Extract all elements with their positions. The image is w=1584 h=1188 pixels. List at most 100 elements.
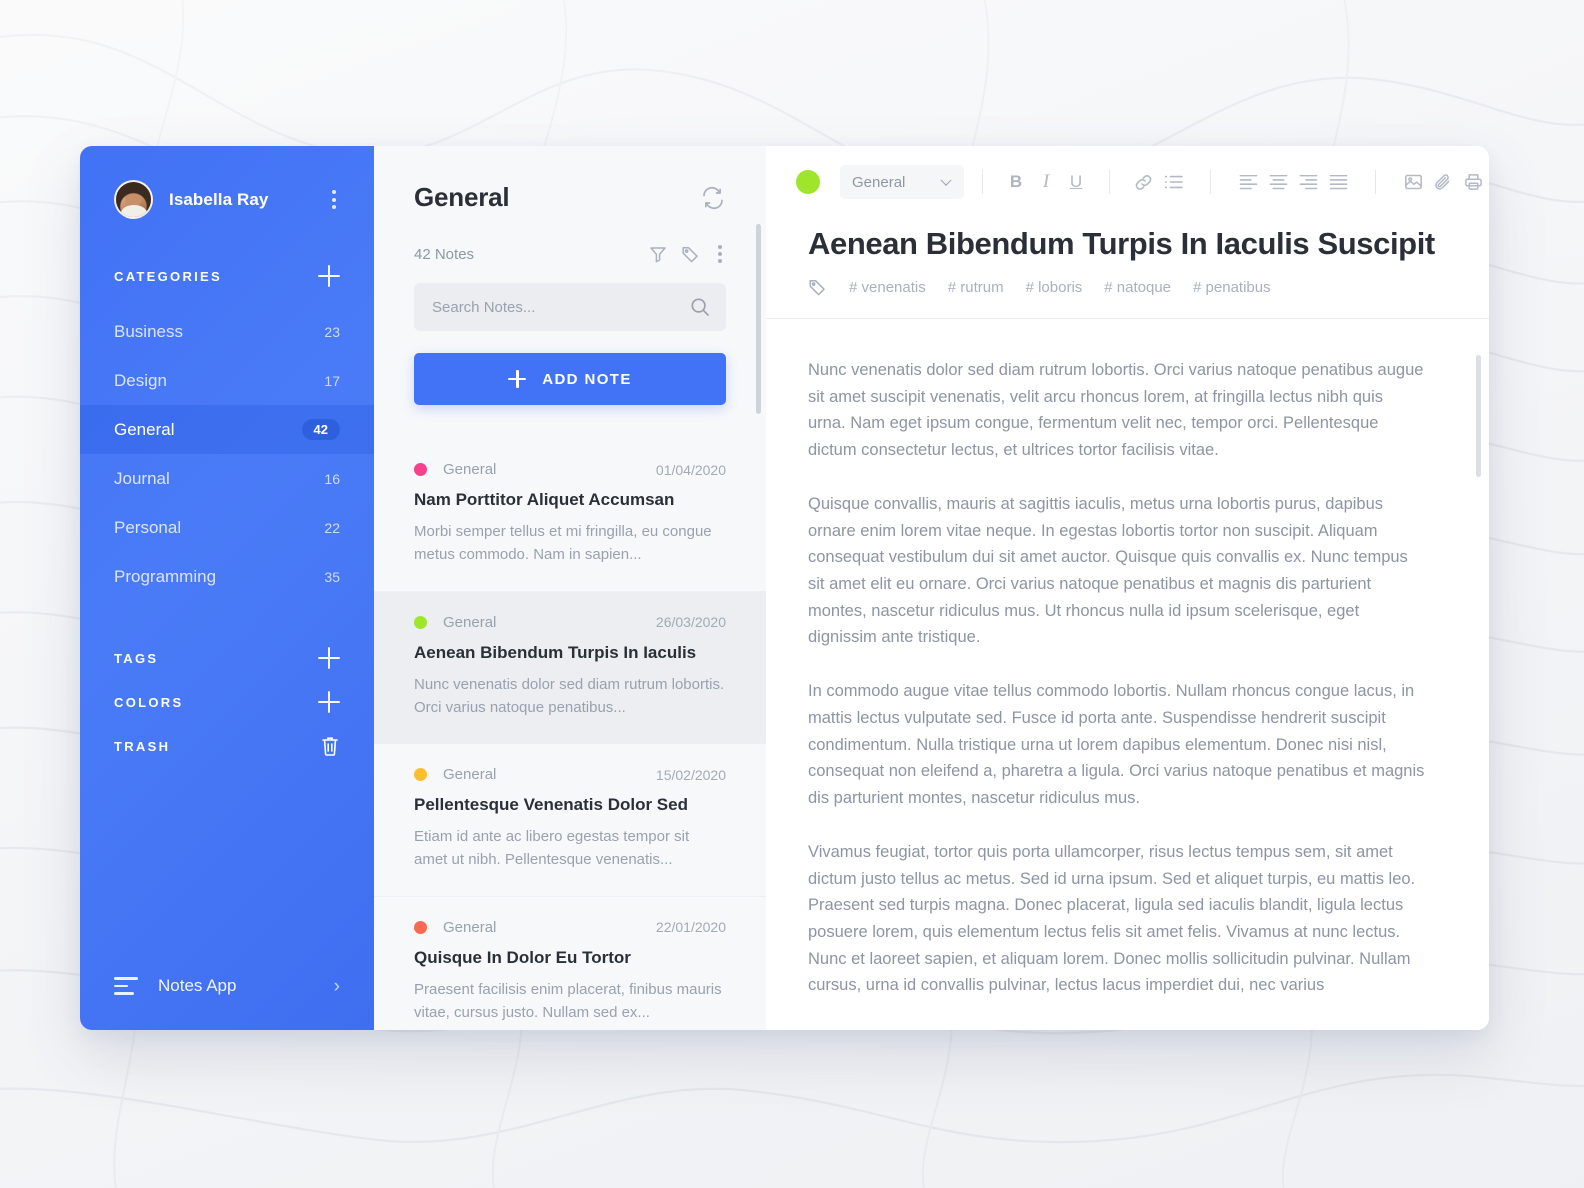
plus-icon (508, 370, 527, 388)
body-paragraph: Vivamus feugiat, tortor quis porta ullam… (808, 842, 1416, 995)
add-category-plus-icon[interactable] (318, 265, 340, 287)
filter-icon[interactable] (649, 245, 667, 263)
document-tags: # venenatis # rutrum # loboris # natoque… (808, 278, 1449, 318)
note-excerpt: Praesent facilisis enim placerat, finibu… (414, 980, 722, 1021)
category-count-badge: 42 (301, 419, 340, 440)
tag-chip[interactable]: # loboris (1026, 279, 1083, 296)
category-label: Journal (114, 468, 170, 488)
note-title: Aenean Bibendum Turpis In Iaculis (414, 642, 697, 662)
category-count: 22 (324, 519, 340, 536)
sidebar-item-business[interactable]: Business 23 (80, 307, 374, 356)
note-excerpt: Nunc venenatis dolor sed diam rutrum lob… (414, 675, 725, 716)
hamburger-menu-icon[interactable] (114, 977, 138, 995)
tag-chip[interactable]: # venenatis (849, 279, 926, 296)
tag-chip[interactable]: # penatibus (1193, 279, 1271, 296)
note-color-dot (414, 463, 427, 476)
trash-section-header[interactable]: TRASH (80, 735, 374, 757)
note-color-dot (414, 768, 427, 781)
note-color-dot (414, 920, 427, 934)
add-note-button[interactable]: ADD NOTE (414, 353, 726, 405)
sync-icon[interactable] (700, 186, 726, 210)
bold-button[interactable]: B (1001, 167, 1031, 197)
search-icon[interactable] (690, 297, 710, 317)
category-select-wrapper: General Business Design Journal Personal… (820, 165, 964, 199)
attachment-icon[interactable] (1428, 167, 1458, 197)
tags-section-header: TAGS (80, 647, 374, 669)
note-list-item[interactable]: General 15/02/2020 Pellentesque Venenati… (374, 744, 766, 897)
app-window: Isabella Ray CATEGORIES Business 23 Desi… (80, 146, 1489, 1030)
add-color-plus-icon[interactable] (318, 691, 340, 713)
category-label: Programming (114, 566, 217, 586)
profile-row[interactable]: Isabella Ray (80, 146, 374, 219)
align-center-icon[interactable] (1263, 167, 1293, 197)
print-icon[interactable] (1458, 167, 1488, 197)
colors-section-header: COLORS (80, 691, 374, 713)
toolbar-divider (1375, 170, 1376, 194)
trash-icon[interactable] (320, 735, 340, 757)
category-count: 35 (324, 568, 340, 585)
note-list-item[interactable]: General 01/04/2020 Nam Porttitor Aliquet… (374, 439, 766, 592)
category-label: General (114, 419, 175, 439)
editor-toolbar: General Business Design Journal Personal… (766, 146, 1489, 218)
tag-icon[interactable] (681, 245, 700, 263)
document-body[interactable]: Nunc venenatis dolor sed diam rutrum lob… (766, 319, 1489, 1030)
note-date: 22/01/2020 (655, 919, 726, 935)
chevron-right-icon[interactable]: › (334, 977, 340, 996)
search-input[interactable] (414, 283, 726, 331)
category-count: 17 (324, 372, 340, 389)
align-left-icon[interactable] (1233, 167, 1263, 197)
note-date: 26/03/2020 (655, 614, 726, 630)
tag-chip[interactable]: # natoque (1104, 279, 1171, 296)
note-category: General (443, 461, 497, 478)
note-excerpt: Etiam id ante ac libero egestas tempor s… (414, 828, 690, 869)
note-category: General (443, 918, 497, 936)
toolbar-divider (982, 170, 983, 194)
note-list-item[interactable]: General 22/01/2020 Quisque In Dolor Eu T… (374, 896, 766, 1030)
tag-chip[interactable]: # rutrum (948, 279, 1004, 296)
category-count: 23 (324, 323, 340, 340)
note-date: 01/04/2020 (655, 461, 726, 478)
avatar[interactable] (114, 180, 153, 219)
body-paragraph: Quisque convallis, mauris at sagittis ia… (808, 494, 1408, 647)
note-color-dot (414, 615, 427, 629)
link-icon[interactable] (1128, 167, 1158, 197)
notes-count-label: 42 Notes (414, 245, 475, 263)
category-label: Business (114, 321, 183, 341)
note-category: General (443, 613, 497, 631)
note-title: Quisque In Dolor Eu Tortor (414, 947, 631, 967)
kebab-menu-icon[interactable] (328, 184, 340, 215)
underline-button[interactable]: U (1061, 167, 1091, 197)
notes-list-title: General (414, 182, 510, 212)
send-icon[interactable] (1488, 167, 1489, 197)
editor-scrollbar[interactable] (1476, 355, 1481, 477)
notes-list-scrollbar[interactable] (756, 224, 761, 414)
notes-list-panel: General 42 Notes Search Notes... ADD NOT… (374, 146, 766, 1030)
sidebar: Isabella Ray CATEGORIES Business 23 Desi… (80, 146, 374, 1030)
note-category: General (443, 766, 497, 783)
notes-list-kebab-icon[interactable] (714, 239, 726, 269)
body-paragraph: In commodo augue vitae tellus commodo lo… (808, 682, 1425, 808)
category-select[interactable]: General Business Design Journal Personal… (840, 165, 964, 199)
sidebar-item-design[interactable]: Design 17 (80, 356, 374, 405)
note-excerpt: Morbi semper tellus et mi fringilla, eu … (414, 523, 712, 564)
categories-section-header: CATEGORIES (80, 265, 374, 287)
sidebar-item-personal[interactable]: Personal 22 (80, 503, 374, 552)
category-label: Personal (114, 517, 182, 537)
category-count: 16 (324, 470, 340, 487)
image-icon[interactable] (1398, 167, 1428, 197)
sidebar-item-journal[interactable]: Journal 16 (80, 454, 374, 503)
profile-name: Isabella Ray (169, 189, 269, 209)
sidebar-item-general[interactable]: General 42 (80, 405, 374, 454)
sidebar-item-programming[interactable]: Programming 35 (80, 552, 374, 601)
note-date: 15/02/2020 (655, 766, 726, 783)
app-footer[interactable]: Notes App › (80, 976, 374, 996)
add-tag-plus-icon[interactable] (318, 647, 340, 669)
align-right-icon[interactable] (1293, 167, 1323, 197)
align-justify-icon[interactable] (1323, 167, 1353, 197)
note-list-item[interactable]: General 26/03/2020 Aenean Bibendum Turpi… (374, 591, 766, 744)
italic-button[interactable]: I (1031, 167, 1061, 197)
note-color-indicator[interactable] (796, 170, 820, 194)
colors-title: COLORS (114, 694, 184, 710)
bullet-list-icon[interactable] (1158, 167, 1188, 197)
note-editor-panel: General Business Design Journal Personal… (766, 146, 1489, 1030)
